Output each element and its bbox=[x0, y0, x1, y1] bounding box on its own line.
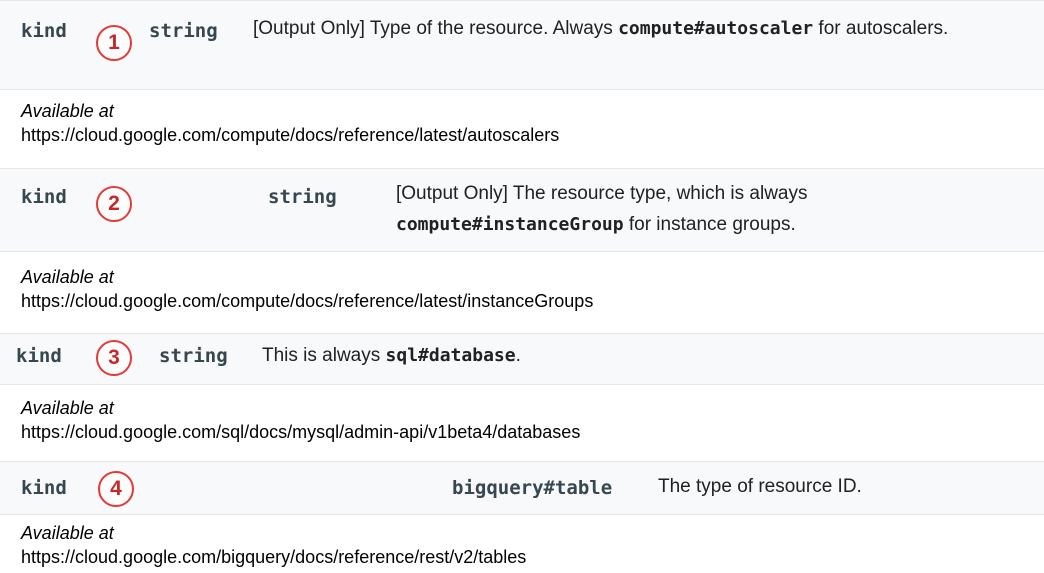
field-description: The type of resource ID. bbox=[658, 476, 862, 497]
property-row-2: kind 2 string [Output Only] The resource… bbox=[0, 168, 1044, 252]
field-type: string bbox=[159, 345, 228, 367]
availability-note-3: Available at https://cloud.google.com/sq… bbox=[21, 396, 580, 444]
field-description: This is always sql#database. bbox=[262, 345, 521, 366]
field-name: kind bbox=[21, 186, 67, 208]
availability-note-1: Available at https://cloud.google.com/co… bbox=[21, 99, 559, 147]
property-row-1: kind 1 string [Output Only] Type of the … bbox=[0, 0, 1044, 90]
available-label: Available at bbox=[21, 523, 114, 543]
source-url[interactable]: https://cloud.google.com/bigquery/docs/r… bbox=[21, 545, 526, 569]
available-label: Available at bbox=[21, 398, 114, 418]
number-badge-1: 1 bbox=[96, 25, 132, 61]
availability-note-2: Available at https://cloud.google.com/co… bbox=[21, 265, 593, 313]
field-type: string bbox=[149, 20, 218, 42]
source-url[interactable]: https://cloud.google.com/compute/docs/re… bbox=[21, 123, 559, 147]
number-badge-3: 3 bbox=[96, 340, 132, 376]
available-label: Available at bbox=[21, 101, 114, 121]
field-description: [Output Only] The resource type, which i… bbox=[396, 183, 808, 235]
availability-note-4: Available at https://cloud.google.com/bi… bbox=[21, 521, 526, 569]
field-name: kind bbox=[21, 477, 67, 499]
field-description: [Output Only] Type of the resource. Alwa… bbox=[253, 18, 949, 39]
property-row-3: kind 3 string This is always sql#databas… bbox=[0, 333, 1044, 385]
field-name: kind bbox=[16, 345, 62, 367]
source-url[interactable]: https://cloud.google.com/compute/docs/re… bbox=[21, 289, 593, 313]
available-label: Available at bbox=[21, 267, 114, 287]
number-badge-4: 4 bbox=[98, 471, 134, 507]
source-url[interactable]: https://cloud.google.com/sql/docs/mysql/… bbox=[21, 420, 580, 444]
number-badge-2: 2 bbox=[96, 186, 132, 222]
field-name: kind bbox=[21, 20, 67, 42]
field-type: bigquery#table bbox=[452, 477, 613, 499]
field-type: string bbox=[268, 186, 337, 208]
property-row-4: kind 4 bigquery#table The type of resour… bbox=[0, 461, 1044, 515]
